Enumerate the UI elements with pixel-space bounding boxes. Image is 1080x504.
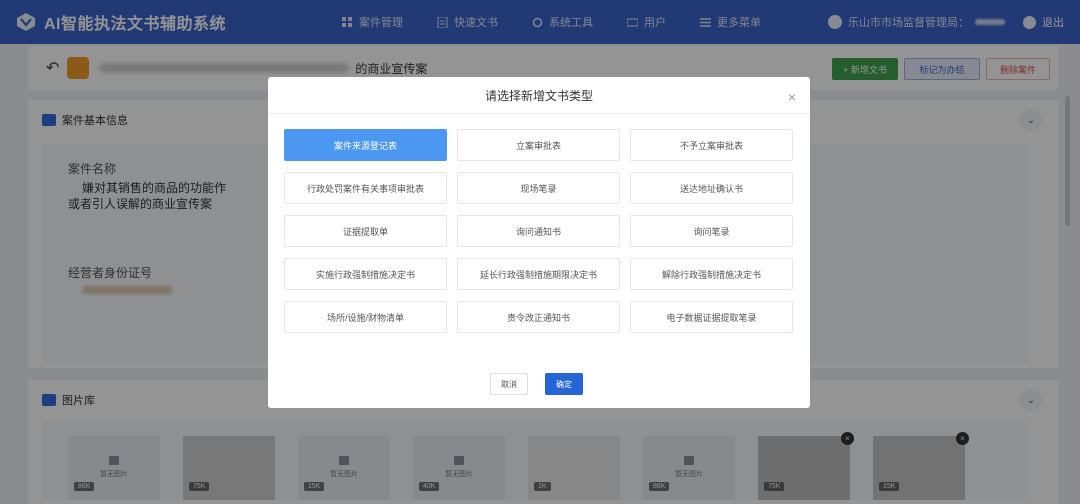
new-document-type-dialog: 请选择新增文书类型 × 案件来源登记表 立案审批表 不予立案审批表 行政处罚案件… [268,77,810,408]
doc-type-option[interactable]: 实施行政强制措施决定书 [284,258,447,290]
doc-type-option[interactable]: 解除行政强制措施决定书 [630,258,793,290]
close-icon[interactable]: × [788,89,796,105]
document-type-grid: 案件来源登记表 立案审批表 不予立案审批表 行政处罚案件有关事项审批表 现场笔录… [284,129,794,333]
doc-type-option[interactable]: 延长行政强制措施期限决定书 [457,258,620,290]
confirm-button[interactable]: 确定 [545,373,583,395]
doc-type-option[interactable]: 场所/设施/财物清单 [284,301,447,333]
dialog-title: 请选择新增文书类型 [484,89,593,103]
doc-type-option[interactable]: 询问通知书 [457,215,620,247]
doc-type-option[interactable]: 案件来源登记表 [284,129,447,161]
doc-type-option[interactable]: 询问笔录 [630,215,793,247]
doc-type-option[interactable]: 不予立案审批表 [630,129,793,161]
doc-type-option[interactable]: 证据提取单 [284,215,447,247]
doc-type-option[interactable]: 责令改正通知书 [457,301,620,333]
doc-type-option[interactable]: 送达地址确认书 [630,172,793,204]
doc-type-option[interactable]: 电子数据证据提取笔录 [630,301,793,333]
divider [268,113,810,114]
doc-type-option[interactable]: 现场笔录 [457,172,620,204]
doc-type-option[interactable]: 行政处罚案件有关事项审批表 [284,172,447,204]
cancel-button[interactable]: 取消 [490,373,528,395]
doc-type-option[interactable]: 立案审批表 [457,129,620,161]
